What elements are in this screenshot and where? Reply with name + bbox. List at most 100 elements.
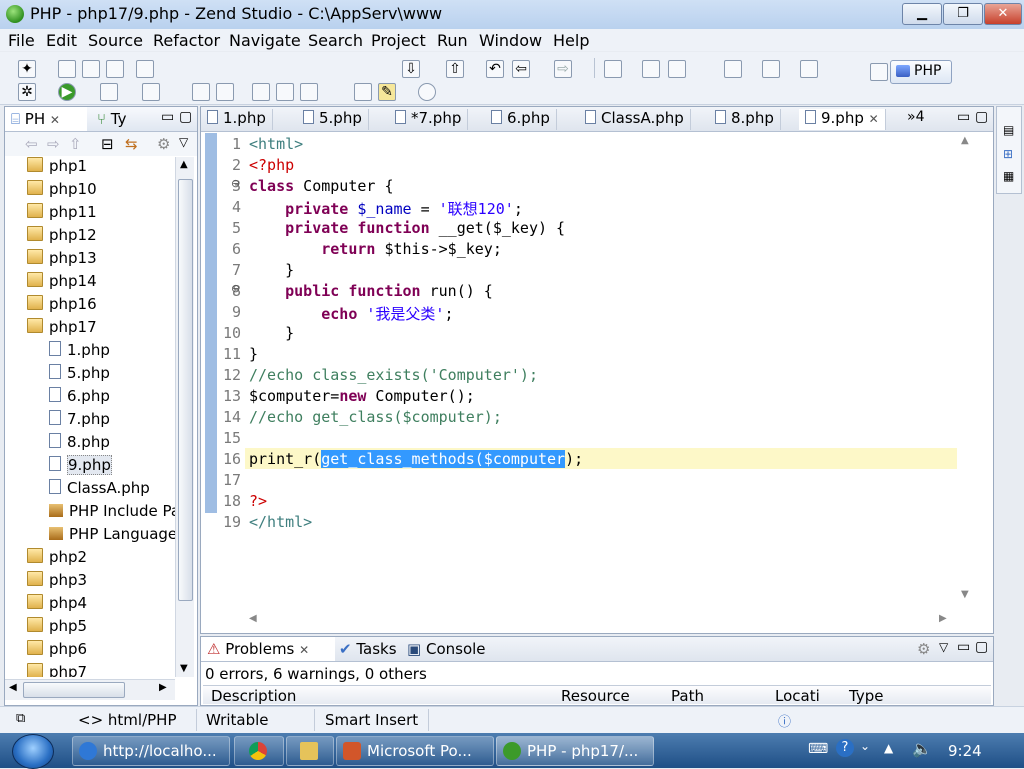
filter-icon[interactable]: ⚙ — [917, 640, 930, 658]
clock[interactable]: 9:24 — [948, 742, 982, 760]
back-icon[interactable]: ⇦ — [512, 60, 530, 78]
column-type[interactable]: Type — [849, 687, 883, 704]
external-tools-icon[interactable] — [142, 83, 160, 101]
wand-icon[interactable] — [300, 83, 318, 101]
link-editor-icon[interactable]: ⇆ — [125, 135, 138, 153]
tab-console[interactable]: ▣ Console — [407, 640, 486, 658]
tab-type-hierarchy[interactable]: ⑂ Ty — [97, 110, 127, 128]
taskbar-powerpoint[interactable]: Microsoft Po... — [336, 736, 494, 766]
menu-search[interactable]: Search — [308, 31, 363, 50]
menu-run[interactable]: Run — [437, 31, 468, 50]
scroll-right-icon[interactable]: ▶ — [939, 613, 947, 624]
column-resource[interactable]: Resource — [561, 687, 630, 704]
back-icon[interactable]: ⇦ — [25, 135, 38, 153]
view-menu-icon[interactable]: ▽ — [939, 640, 948, 654]
menu-help[interactable]: Help — [553, 31, 589, 50]
pin-icon[interactable] — [604, 60, 622, 78]
tab-problems[interactable]: ⚠ Problems ✕ — [207, 640, 309, 658]
menu-project[interactable]: Project — [371, 31, 426, 50]
fold-marker-icon[interactable]: ⊖ — [231, 282, 240, 295]
column-description[interactable]: Description — [211, 687, 296, 704]
close-tab-icon[interactable]: ✕ — [299, 643, 309, 657]
outline-icon[interactable] — [354, 83, 372, 101]
tree-folder[interactable]: php14 — [27, 272, 97, 294]
print-icon[interactable] — [106, 60, 124, 78]
forward-icon[interactable]: ⇨ — [554, 60, 572, 78]
tree-folder[interactable]: php3 — [27, 571, 87, 593]
tree-file[interactable]: 7.php — [49, 410, 110, 432]
maximize-view-icon[interactable]: ▢ — [179, 109, 192, 125]
column-location[interactable]: Locati — [775, 687, 820, 704]
scroll-up-icon[interactable]: ▲ — [961, 135, 969, 146]
help-icon[interactable]: ? — [836, 739, 854, 757]
globe-icon[interactable] — [418, 83, 436, 101]
tree-file[interactable]: 8.php — [49, 433, 110, 455]
tab-1-php[interactable]: 1.php — [201, 109, 273, 130]
profile-icon[interactable] — [100, 83, 118, 101]
open-type-icon[interactable] — [276, 83, 294, 101]
tree-folder[interactable]: php1 — [27, 157, 87, 179]
prev-annotation-icon[interactable]: ⇧ — [446, 60, 464, 78]
menu-edit[interactable]: Edit — [46, 31, 77, 50]
scroll-left-icon[interactable]: ◀ — [9, 682, 17, 693]
scroll-down-icon[interactable]: ▼ — [961, 589, 969, 600]
taskbar-ie[interactable]: http://localho... — [72, 736, 230, 766]
edit-mode-icon[interactable]: ✎ — [378, 83, 396, 101]
minimize-button[interactable]: ▁ — [902, 3, 942, 25]
collapse-all-icon[interactable]: ⊟ — [101, 135, 114, 153]
new-file-icon[interactable] — [136, 60, 154, 78]
open-folder-icon[interactable] — [252, 83, 270, 101]
tree-library[interactable]: PHP Language — [49, 525, 175, 547]
tab-8-php[interactable]: 8.php — [709, 109, 781, 130]
tab-overflow-button[interactable]: »4 — [907, 109, 924, 125]
up-icon[interactable]: ⇧ — [69, 135, 82, 153]
tree-library[interactable]: PHP Include Pa — [49, 502, 175, 524]
tab-9-php[interactable]: 9.php ✕ — [799, 109, 886, 130]
tab-6-php[interactable]: 6.php — [485, 109, 557, 130]
tree-file[interactable]: 1.php — [49, 341, 110, 363]
fold-marker-icon[interactable]: ⊖ — [231, 177, 240, 190]
keyboard-icon[interactable]: ⌨ — [808, 741, 828, 757]
tree-file[interactable]: ClassA.php — [49, 479, 150, 501]
tree-file[interactable]: 9.php — [49, 455, 112, 478]
tree-folder[interactable]: php10 — [27, 180, 97, 202]
menu-source[interactable]: Source — [88, 31, 143, 50]
new-icon[interactable]: ✦ — [18, 60, 36, 78]
minimize-editor-icon[interactable]: ▭ — [957, 109, 970, 125]
tree-file[interactable]: 5.php — [49, 364, 110, 386]
search-icon[interactable] — [800, 60, 818, 78]
editor-horizontal-scrollbar[interactable]: ◀ ▶ — [245, 611, 957, 629]
taskbar-zend-studio[interactable]: PHP - php17/... — [496, 736, 654, 766]
tab-5-php[interactable]: 5.php — [297, 109, 369, 130]
outline-view-icon[interactable]: ▤ — [1003, 123, 1014, 137]
next-annotation-icon[interactable]: ⇩ — [402, 60, 420, 78]
tree-folder[interactable]: php5 — [27, 617, 87, 639]
scroll-thumb[interactable] — [23, 682, 125, 698]
menu-navigate[interactable]: Navigate — [229, 31, 301, 50]
browser-icon[interactable] — [668, 60, 686, 78]
taskbar-chrome[interactable] — [234, 736, 284, 766]
close-tab-icon[interactable]: ✕ — [50, 113, 60, 127]
last-edit-icon[interactable]: ↶ — [486, 60, 504, 78]
menu-refactor[interactable]: Refactor — [153, 31, 220, 50]
tree-folder[interactable]: php2 — [27, 548, 87, 570]
tree-folder[interactable]: php7 — [27, 663, 87, 677]
scroll-down-icon[interactable]: ▼ — [180, 663, 188, 674]
bookmark-icon[interactable] — [762, 60, 780, 78]
tree-folder[interactable]: php12 — [27, 226, 97, 248]
tree-folder[interactable]: php13 — [27, 249, 97, 271]
progress-icon[interactable]: ⓘ — [778, 711, 791, 730]
menu-file[interactable]: File — [8, 31, 35, 50]
tree-folder[interactable]: php11 — [27, 203, 97, 225]
tray-options-icon[interactable]: ⌄ — [860, 739, 870, 753]
tree-folder[interactable]: php6 — [27, 640, 87, 662]
tasks-view-icon[interactable]: ▦ — [1003, 169, 1014, 183]
start-button[interactable] — [12, 734, 54, 769]
tree-folder[interactable]: php17 — [27, 318, 97, 340]
save-icon[interactable] — [58, 60, 76, 78]
tree-file[interactable]: 6.php — [49, 387, 110, 409]
run-icon[interactable]: ▶ — [58, 83, 76, 101]
close-button[interactable]: ✕ — [984, 3, 1022, 25]
menu-window[interactable]: Window — [479, 31, 542, 50]
fast-view-icon[interactable]: ⧉ — [16, 711, 25, 726]
